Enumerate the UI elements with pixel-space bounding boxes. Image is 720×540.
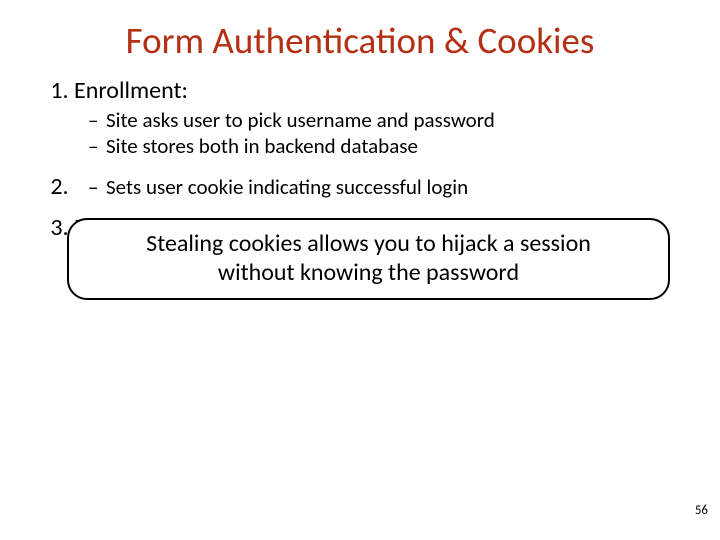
item-2-bullet-3: Sets user cookie indicating successful l… xyxy=(92,174,674,200)
callout-line-1: Stealing cookies allows you to hijack a … xyxy=(146,230,591,259)
item-1-bullet-1: Site asks user to pick username and pass… xyxy=(92,107,674,133)
slide-title: Form Authentication & Cookies xyxy=(46,18,674,63)
item-1-bullet-2: Site stores both in backend database xyxy=(92,133,674,159)
callout-bubble: Stealing cookies allows you to hijack a … xyxy=(67,218,670,300)
page-number: 56 xyxy=(695,503,708,518)
slide: Form Authentication & Cookies Enrollment… xyxy=(0,0,720,540)
item-1-lead: Enrollment: xyxy=(74,76,188,105)
item-1-sub: Site asks user to pick username and pass… xyxy=(74,107,674,160)
callout-line-2: without knowing the password xyxy=(218,259,519,288)
item-1: Enrollment: Site asks user to pick usern… xyxy=(74,77,674,159)
item-2-sub: Sets user cookie indicating successful l… xyxy=(74,174,674,200)
item-2: Sets user cookie indicating successful l… xyxy=(74,173,674,200)
